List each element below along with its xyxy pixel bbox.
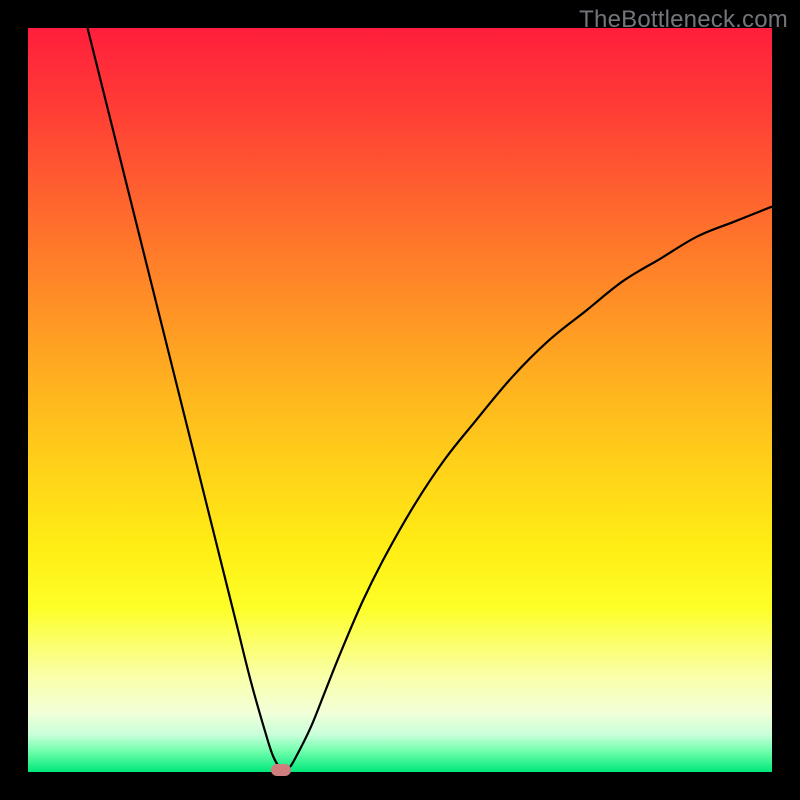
watermark-text: TheBottleneck.com bbox=[579, 6, 788, 34]
bottleneck-curve-svg bbox=[28, 28, 772, 772]
bottleneck-curve-path bbox=[88, 28, 772, 770]
chart-plot-area bbox=[28, 28, 772, 772]
optimal-point-marker bbox=[271, 764, 291, 776]
